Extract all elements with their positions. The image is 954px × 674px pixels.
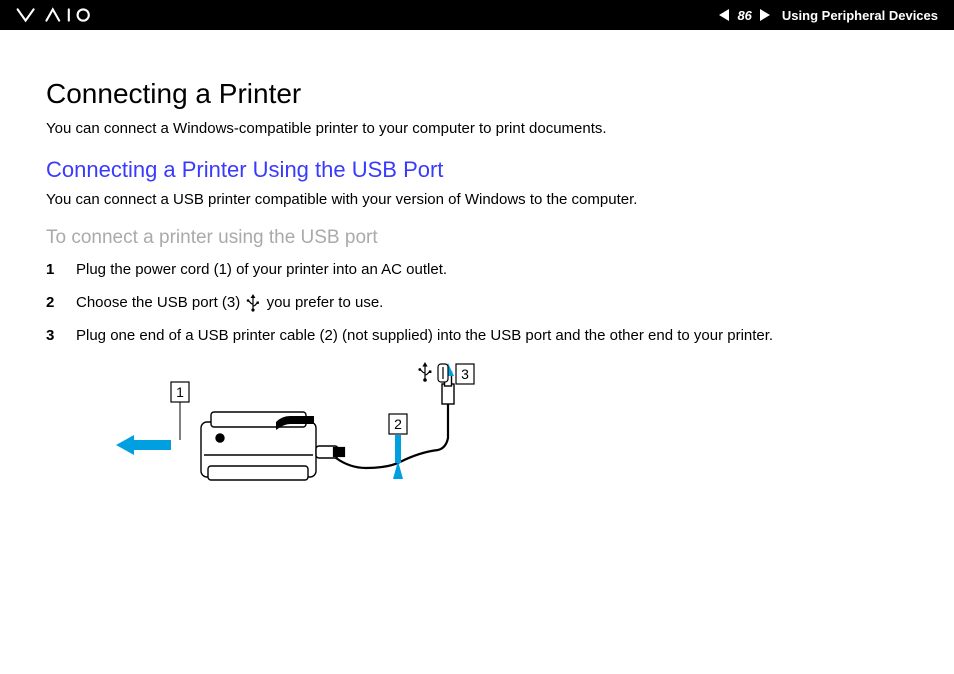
heading-task: To connect a printer using the USB port [46,227,908,249]
intro-text: You can connect a Windows-compatible pri… [46,118,908,141]
page-number: 86 [733,8,755,23]
page-header: 86 Using Peripheral Devices [0,0,954,30]
step-text: Plug one end of a USB printer cable (2) … [76,325,773,346]
step-text: Choose the USB port (3) [76,292,383,313]
step-list: 1 Plug the power cord (1) of your printe… [46,259,908,346]
list-item: 2 Choose the USB port (3) [46,292,908,313]
usb-symbol-icon [418,362,431,382]
svg-text:1: 1 [176,384,184,400]
heading-main: Connecting a Printer [46,78,908,110]
vaio-logo [16,7,112,23]
step-number: 1 [46,259,58,280]
diagram-label-2: 2 [389,414,407,434]
printer-diagram: 1 [116,358,908,513]
sub-intro-text: You can connect a USB printer compatible… [46,189,908,212]
step-number: 3 [46,325,58,346]
next-page-arrow-icon[interactable] [760,9,770,21]
header-right: 86 Using Peripheral Devices [719,8,938,23]
printer-icon [201,412,316,480]
diagram-label-3: 3 [456,364,474,384]
list-item: 3 Plug one end of a USB printer cable (2… [46,325,908,346]
svg-text:3: 3 [461,366,469,382]
heading-sub: Connecting a Printer Using the USB Port [46,157,908,183]
list-item: 1 Plug the power cord (1) of your printe… [46,259,908,280]
diagram-arrow-2 [393,435,403,479]
diagram-label-1: 1 [171,382,189,440]
cable-icon [316,372,454,468]
usb-icon [246,294,260,312]
page-nav: 86 [719,8,769,23]
section-title: Using Peripheral Devices [782,8,938,23]
usb-port-icon [438,364,448,382]
page-content: Connecting a Printer You can connect a W… [0,30,954,513]
svg-text:2: 2 [394,416,402,432]
step-number: 2 [46,292,58,313]
diagram-arrow-1 [116,435,171,455]
prev-page-arrow-icon[interactable] [719,9,729,21]
step-text: Plug the power cord (1) of your printer … [76,259,447,280]
